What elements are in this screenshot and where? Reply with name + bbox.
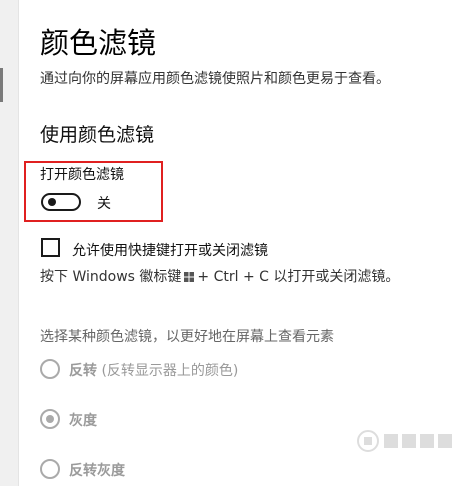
radio-button[interactable] [40, 459, 60, 479]
nav-scroll-marker [0, 68, 3, 102]
shortcut-hint: 按下 Windows 徽标键 + Ctrl + C 以打开或关闭滤镜。 [40, 266, 399, 286]
radio-label: 反转灰度 [69, 463, 125, 479]
radio-button[interactable] [40, 409, 60, 429]
radio-selected-dot [46, 415, 54, 423]
shortcut-hint-prefix: 按下 Windows 徽标键 [40, 269, 182, 285]
section-title: 使用颜色滤镜 [40, 124, 155, 146]
shortcut-hint-suffix: + Ctrl + C 以打开或关闭滤镜。 [197, 269, 400, 285]
radio-label: 反转 [69, 363, 97, 379]
watermark-logo-icon [357, 430, 452, 452]
shortcut-checkbox[interactable] [41, 238, 60, 257]
radio-label: 灰度 [69, 413, 97, 429]
radio-button[interactable] [40, 359, 60, 379]
red-highlight-box [24, 161, 163, 222]
page-title: 颜色滤镜 [40, 26, 157, 60]
page-description: 通过向你的屏幕应用颜色滤镜使照片和颜色更易于查看。 [40, 71, 390, 87]
filter-prompt: 选择某种颜色滤镜，以更好地在屏幕上查看元素 [40, 329, 334, 345]
windows-logo-icon [184, 272, 195, 282]
shortcut-checkbox-label[interactable]: 允许使用快捷键打开或关闭滤镜 [72, 240, 268, 260]
settings-content: 颜色滤镜 通过向你的屏幕应用颜色滤镜使照片和颜色更易于查看。 使用颜色滤镜 打开… [40, 0, 467, 486]
radio-detail: (反转显示器上的颜色) [101, 363, 239, 379]
